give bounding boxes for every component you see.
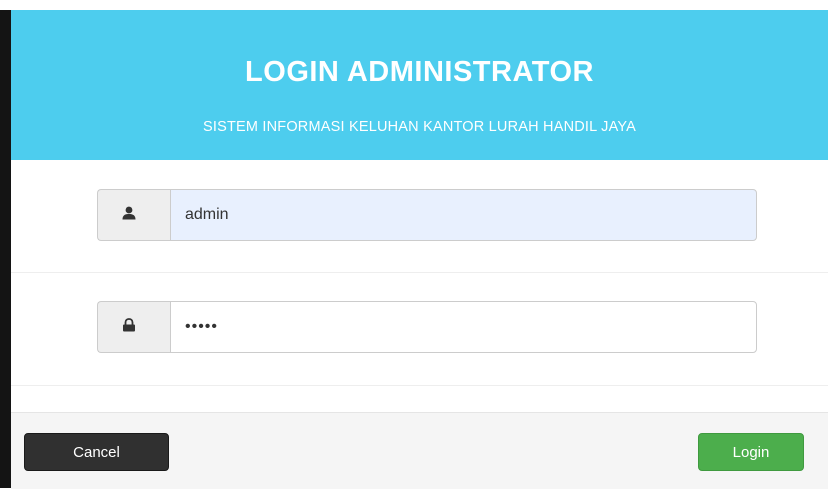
modal-title: LOGIN ADMINISTRATOR xyxy=(245,56,594,88)
modal-header: LOGIN ADMINISTRATOR SISTEM INFORMASI KEL… xyxy=(11,10,828,160)
modal-subtitle: SISTEM INFORMASI KELUHAN KANTOR LURAH HA… xyxy=(202,119,637,135)
password-row xyxy=(11,273,828,386)
username-input-group xyxy=(97,189,757,241)
cancel-button[interactable]: Cancel xyxy=(24,433,169,471)
modal-footer: Cancel Login xyxy=(11,412,828,489)
password-field[interactable] xyxy=(170,301,757,353)
window-left-border xyxy=(0,0,11,488)
password-input-group xyxy=(97,301,757,353)
username-addon xyxy=(97,189,171,241)
username-field[interactable] xyxy=(170,189,757,241)
password-addon xyxy=(97,301,171,353)
login-button[interactable]: Login xyxy=(698,433,804,471)
user-icon xyxy=(122,206,136,220)
login-modal: LOGIN ADMINISTRATOR SISTEM INFORMASI KEL… xyxy=(11,10,828,489)
lock-icon xyxy=(123,318,135,332)
username-row xyxy=(11,160,828,273)
window-top-strip xyxy=(0,0,828,10)
